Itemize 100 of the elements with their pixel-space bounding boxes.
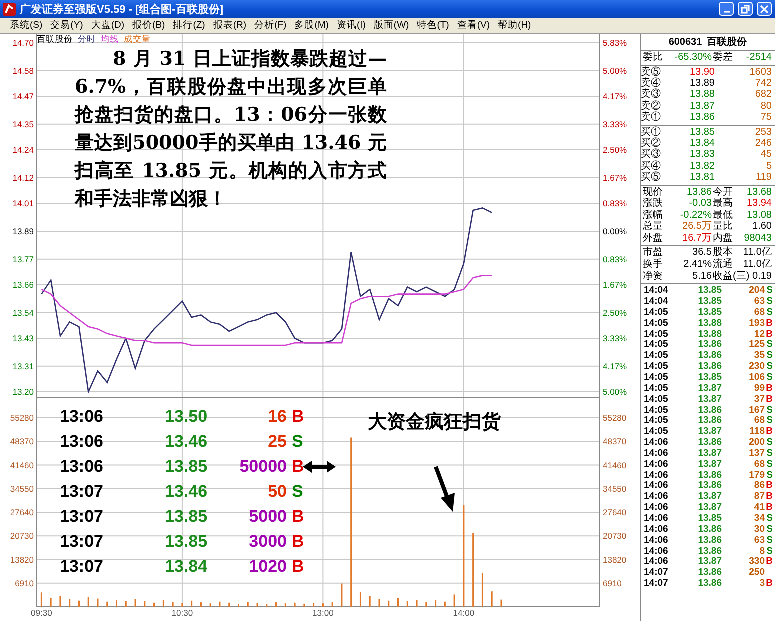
tick-price: 13.86 bbox=[697, 524, 722, 536]
tick-side: B bbox=[765, 394, 774, 406]
menu-item[interactable]: 报表(R) bbox=[209, 19, 251, 32]
tick-time: 14:06 bbox=[644, 470, 670, 481]
tick-time: 14:05 bbox=[644, 340, 670, 351]
percent-axis-label: 0.83% bbox=[603, 254, 628, 264]
tick-volume: 68 bbox=[753, 416, 765, 427]
menu-item[interactable]: 大盘(D) bbox=[87, 19, 129, 32]
tick-volume: 204 bbox=[748, 286, 765, 297]
percent-axis-label: 0.83% bbox=[603, 198, 628, 209]
menu-item[interactable]: 资讯(I) bbox=[332, 19, 370, 32]
volume-axis-label: 41460 bbox=[603, 460, 627, 470]
tick-price: 13.87 bbox=[697, 492, 722, 503]
quote-label: 今开 bbox=[713, 186, 733, 198]
tick-price: 13.87 bbox=[697, 427, 722, 438]
tick-side: S bbox=[766, 524, 774, 536]
menu-item[interactable]: 版面(W) bbox=[370, 19, 414, 32]
tick-price: 13.87 bbox=[697, 503, 722, 514]
trade-side: B bbox=[291, 456, 306, 476]
menu-item[interactable]: 特色(T) bbox=[413, 19, 454, 32]
chart-title: 百联股份 bbox=[37, 34, 73, 44]
tick-price: 13.88 bbox=[697, 330, 722, 340]
order-price: 13.87 bbox=[688, 100, 715, 112]
down-arrow bbox=[433, 466, 457, 512]
percent-axis-label: 4.17% bbox=[603, 361, 628, 372]
tick-price: 13.86 bbox=[697, 362, 722, 373]
volume-axis-label: 6910 bbox=[15, 578, 34, 588]
tick-volume: 30 bbox=[753, 524, 765, 536]
quote-label: 总量 bbox=[643, 221, 664, 233]
price-axis-label: 14.70 bbox=[12, 38, 34, 48]
price-axis-label: 14.12 bbox=[12, 172, 34, 183]
price-axis-label: 14.01 bbox=[12, 198, 34, 209]
tick-side: S bbox=[766, 438, 774, 449]
tick-time: 14:07 bbox=[644, 568, 670, 579]
tick-time: 14:05 bbox=[644, 384, 670, 395]
price-axis-label: 13.66 bbox=[12, 280, 34, 290]
tick-side: B bbox=[765, 503, 774, 514]
tick-price: 13.86 bbox=[697, 536, 722, 546]
quote-value: -65.30% bbox=[674, 52, 712, 64]
legend-label: 成交量 bbox=[124, 34, 151, 44]
price-axis-label: 14.35 bbox=[12, 119, 34, 130]
trade-price: 13.50 bbox=[165, 406, 209, 426]
volume-axis-label: 55280 bbox=[10, 413, 34, 423]
tick-side: S bbox=[766, 297, 774, 308]
menu-item[interactable]: 报价(B) bbox=[128, 19, 170, 32]
tick-volume: 137 bbox=[748, 448, 765, 460]
tick-side: B bbox=[765, 427, 774, 438]
menu-item[interactable]: 查看(V) bbox=[453, 19, 494, 32]
tick-side: B bbox=[765, 318, 774, 330]
quote-label: 涨幅 bbox=[643, 210, 664, 221]
quote-label: 涨跌 bbox=[643, 198, 664, 210]
volume-axis-label: 27640 bbox=[603, 508, 627, 518]
order-level-label: 买③ bbox=[641, 149, 662, 160]
volume-axis-label: 20730 bbox=[10, 531, 34, 542]
price-axis-label: 14.24 bbox=[12, 145, 34, 156]
time-axis-label: 13:00 bbox=[312, 608, 334, 618]
tick-price: 13.86 bbox=[697, 351, 722, 362]
quote-value: 11.0亿 bbox=[742, 259, 772, 271]
quote-value: 13.86 bbox=[686, 186, 712, 198]
tick-volume: 68 bbox=[753, 460, 765, 471]
order-volume: 682 bbox=[754, 89, 772, 101]
tick-price: 13.87 bbox=[697, 460, 722, 471]
menu-item[interactable]: 多股(M) bbox=[290, 19, 333, 32]
menu-item[interactable]: 排行(Z) bbox=[169, 19, 210, 32]
order-price: 13.82 bbox=[688, 160, 715, 172]
quote-value: 1.60 bbox=[752, 221, 772, 233]
order-volume: 45 bbox=[760, 149, 772, 161]
tick-side: S bbox=[766, 308, 774, 319]
menu-item[interactable]: 系统(S) bbox=[6, 19, 47, 32]
time-axis-label: 10:30 bbox=[172, 608, 194, 618]
tick-time: 14:05 bbox=[644, 330, 670, 340]
quote-value: -0.03 bbox=[688, 198, 712, 210]
close-button[interactable] bbox=[757, 2, 772, 16]
tick-volume: 330 bbox=[748, 557, 765, 568]
quote-label: 流通 bbox=[713, 259, 733, 271]
order-level-label: 卖① bbox=[641, 112, 662, 124]
tick-volume: 12 bbox=[753, 330, 765, 340]
quote-label: 内盘 bbox=[713, 232, 733, 244]
app-icon bbox=[3, 2, 16, 16]
trade-price: 13.85 bbox=[165, 456, 209, 476]
tick-side: S bbox=[766, 286, 774, 297]
minimize-button[interactable] bbox=[719, 2, 734, 16]
tick-time: 14:05 bbox=[644, 373, 670, 384]
maximize-button[interactable] bbox=[738, 2, 753, 16]
double-arrow bbox=[303, 461, 336, 473]
percent-axis-label: 5.00% bbox=[603, 387, 628, 397]
order-level-label: 卖③ bbox=[641, 89, 662, 100]
tick-volume: 118 bbox=[748, 427, 765, 438]
price-axis-label: 14.58 bbox=[12, 66, 34, 76]
volume-axis-label: 13820 bbox=[10, 554, 34, 565]
tick-time: 14:04 bbox=[644, 286, 670, 297]
menu-item[interactable]: 分析(F) bbox=[250, 19, 291, 32]
trade-side: S bbox=[291, 432, 304, 452]
trade-time: 13:06 bbox=[60, 432, 104, 452]
percent-axis-label: 2.50% bbox=[603, 145, 628, 156]
menu-item[interactable]: 交易(Y) bbox=[46, 19, 88, 32]
tick-volume: 63 bbox=[753, 536, 765, 546]
menu-item[interactable]: 帮助(H) bbox=[494, 19, 536, 32]
trade-price: 13.84 bbox=[165, 556, 209, 576]
trade-volume: 25 bbox=[267, 432, 287, 452]
